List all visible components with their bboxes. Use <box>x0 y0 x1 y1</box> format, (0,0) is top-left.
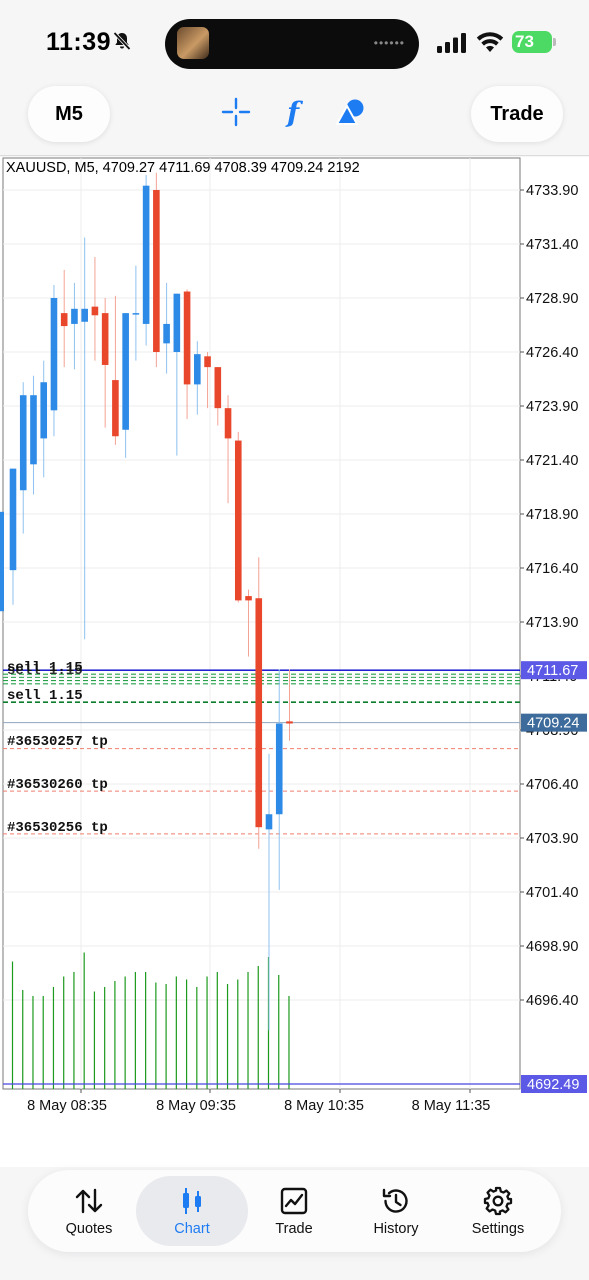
time-axis: 8 May 08:35 8 May 09:35 8 May 10:35 8 May 1… <box>27 1089 490 1114</box>
trade-line-chart-icon <box>279 1186 309 1216</box>
now-playing-artwork <box>177 27 209 59</box>
battery-indicator: 73 <box>512 31 552 53</box>
time-tick-label: 8 May 09:35 <box>156 1098 236 1114</box>
bottom-tab-bar: Quotes Chart Trade History Settings <box>28 1170 561 1252</box>
cellular-signal-icon <box>437 33 466 53</box>
settings-gear-icon <box>483 1186 513 1216</box>
tab-quotes-label: Quotes <box>65 1220 113 1237</box>
crosshair-icon[interactable] <box>220 96 252 128</box>
silent-bell-icon <box>113 31 131 51</box>
battery-level: 73 <box>515 32 534 51</box>
candle-body-bear <box>234 440 242 601</box>
price-tick-label: 4728.90 <box>526 291 578 307</box>
battery-tip <box>553 38 556 46</box>
sell-order-label[interactable]: sell 1.15 <box>7 688 83 704</box>
candle-body-bull <box>40 382 48 439</box>
tab-trade-label: Trade <box>275 1220 313 1237</box>
candle-body-partial <box>0 511 4 612</box>
candle-body-bear <box>91 306 99 316</box>
bid-price-marker: 4711.67 <box>527 663 578 679</box>
history-clock-icon <box>381 1186 411 1216</box>
price-tick-label: 4698.90 <box>526 939 578 955</box>
quotes-arrows-icon <box>74 1186 104 1216</box>
candle-body-bull <box>81 308 88 322</box>
price-tick-label: 4716.40 <box>526 561 578 577</box>
take-profit-label-2[interactable]: #36530260 tp <box>7 777 108 793</box>
candle-body-bear <box>255 598 263 828</box>
candle-body-bull <box>30 395 37 465</box>
chart-toolbar: M5 f Trade <box>0 80 589 156</box>
tab-settings-label: Settings <box>471 1220 525 1237</box>
candle-body-bull <box>132 313 140 315</box>
island-activity-dots: •••••• <box>373 36 405 50</box>
price-chart[interactable]: 4733.90 4731.40 4728.90 4726.40 4723.90 4721.… <box>0 157 589 1167</box>
chart-symbol-header: XAUUSD, M5, 4709.27 4711.69 4708.39 4709… <box>6 160 360 176</box>
status-bar: 11:39 •••••• 73 <box>0 0 589 80</box>
app-root: 11:39 •••••• 73 M5 f Trade 4733.90 4731.… <box>0 0 589 1280</box>
price-tick-label: 4723.90 <box>526 399 578 415</box>
candle-body-bear <box>204 356 211 368</box>
price-tick-label: 4706.40 <box>526 777 578 793</box>
candle-body-bull <box>71 308 78 324</box>
candle-body-bull <box>122 313 129 430</box>
candle-body-bull <box>163 323 170 344</box>
take-profit-label-3[interactable]: #36530256 tp <box>7 820 108 836</box>
price-axis: 4733.90 4731.40 4728.90 4726.40 4723.90 4721.… <box>520 183 578 1009</box>
wifi-icon <box>476 32 504 52</box>
sell-order-stack-label-overlap[interactable]: sell 1.15 <box>7 663 83 679</box>
tab-chart-label: Chart <box>174 1220 210 1237</box>
price-tick-label: 4726.40 <box>526 345 578 361</box>
candle-body-bear <box>101 313 109 365</box>
status-time: 11:39 <box>46 28 112 56</box>
candle-body-bull <box>9 468 17 571</box>
candle-body-bull <box>275 723 283 815</box>
candle-body-bull <box>19 395 27 491</box>
price-tick-label: 4696.40 <box>526 993 578 1009</box>
take-profit-label-1[interactable]: #36530257 tp <box>7 734 108 750</box>
price-tick-label: 4718.90 <box>526 507 578 523</box>
candle-body-bear <box>153 190 160 352</box>
volume-level-marker: 4692.49 <box>527 1077 579 1093</box>
timeframe-button[interactable]: M5 <box>28 86 110 142</box>
time-tick-label: 8 May 10:35 <box>284 1098 364 1114</box>
trade-button[interactable]: Trade <box>471 86 563 142</box>
tab-settings[interactable]: Settings <box>442 1176 554 1246</box>
tab-trade[interactable]: Trade <box>238 1176 350 1246</box>
candle-body-bull <box>50 298 58 411</box>
candle-body-bear <box>214 367 222 409</box>
candle-body-bull <box>265 814 273 830</box>
current-price-marker: 4709.24 <box>527 716 579 732</box>
objects-shapes-icon[interactable] <box>334 96 366 128</box>
price-tick-label: 4701.40 <box>526 885 578 901</box>
candle-body-bear <box>245 596 252 601</box>
indicators-function-icon[interactable]: f <box>277 96 309 129</box>
price-tick-label: 4733.90 <box>526 183 578 199</box>
price-tick-label: 4703.90 <box>526 831 578 847</box>
price-tick-label: 4721.40 <box>526 453 578 469</box>
time-tick-label: 8 May 11:35 <box>412 1098 491 1114</box>
candle-body-bull <box>173 293 181 352</box>
tab-history[interactable]: History <box>340 1176 452 1246</box>
dynamic-island[interactable]: •••••• <box>165 19 419 69</box>
chart-canvas[interactable]: 4733.90 4731.40 4728.90 4726.40 4723.90 4721.… <box>0 157 589 1167</box>
price-markers: 4711.67 4709.24 4692.49 <box>521 661 587 1093</box>
price-tick-label: 4731.40 <box>526 237 578 253</box>
candle-body-bull <box>142 185 150 324</box>
candles-chart-icon <box>177 1186 207 1216</box>
time-tick-label: 8 May 08:35 <box>27 1098 107 1114</box>
candle-body-bear <box>112 380 119 437</box>
tab-history-label: History <box>373 1220 419 1237</box>
candle-body-bull <box>194 354 201 385</box>
tab-chart[interactable]: Chart <box>136 1176 248 1246</box>
candle-body-bear <box>60 313 68 327</box>
candle-body-bear <box>183 291 191 385</box>
candle-body-bear <box>224 408 232 439</box>
tab-quotes[interactable]: Quotes <box>33 1176 145 1246</box>
candle-body-bear <box>286 721 293 724</box>
price-tick-label: 4713.90 <box>526 615 578 631</box>
